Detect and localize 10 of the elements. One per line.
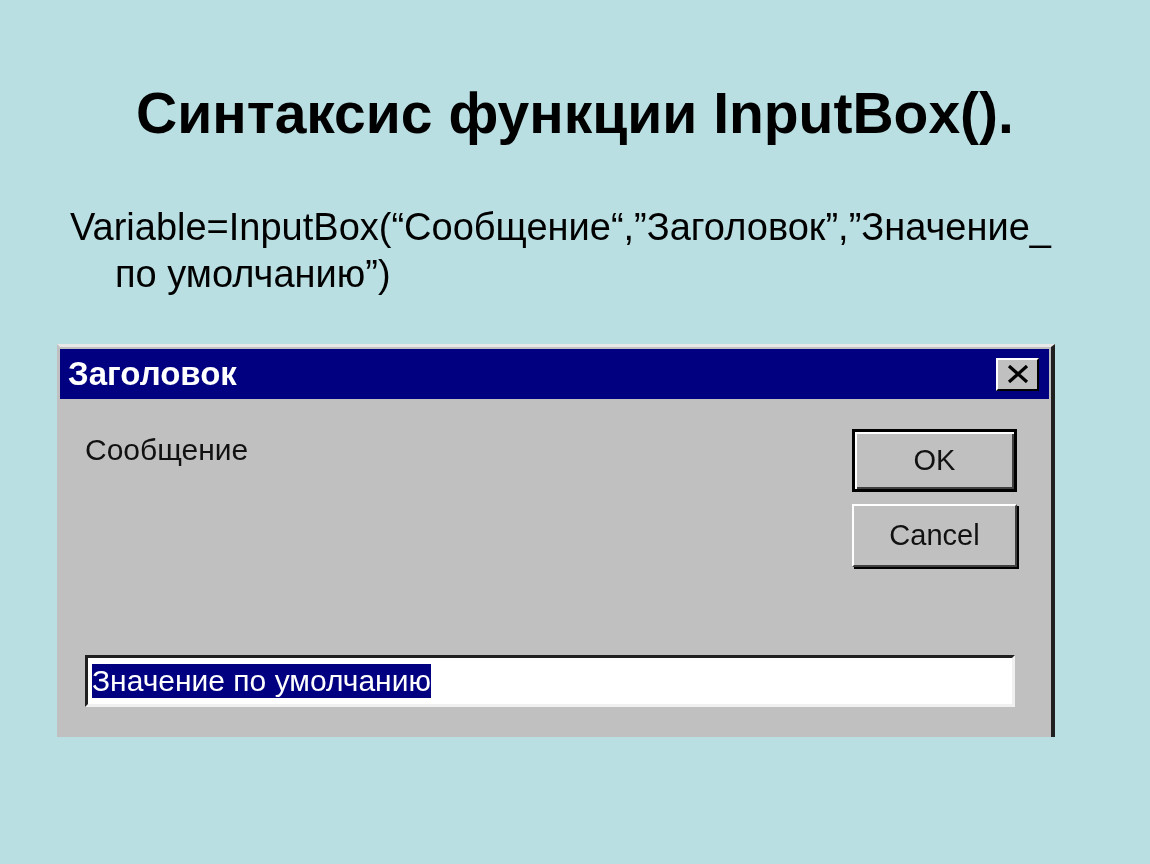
syntax-text: Variable=InputBox(“Сообщение“,”Заголовок”,”Значение_ по умолчанию”) — [70, 205, 1053, 297]
input-field[interactable]: Значение по умолчанию — [85, 655, 1015, 707]
close-button[interactable] — [996, 357, 1039, 391]
close-icon — [1006, 365, 1029, 383]
dialog-message: Сообщение — [85, 433, 249, 467]
dialog-title: Заголовок — [68, 355, 237, 393]
cancel-button[interactable]: Cancel — [852, 504, 1017, 567]
slide-title: Синтаксис функции InputBox(). — [136, 80, 1014, 146]
field-value: Значение по умолчанию — [92, 664, 431, 698]
ok-button[interactable]: OK — [852, 429, 1017, 492]
